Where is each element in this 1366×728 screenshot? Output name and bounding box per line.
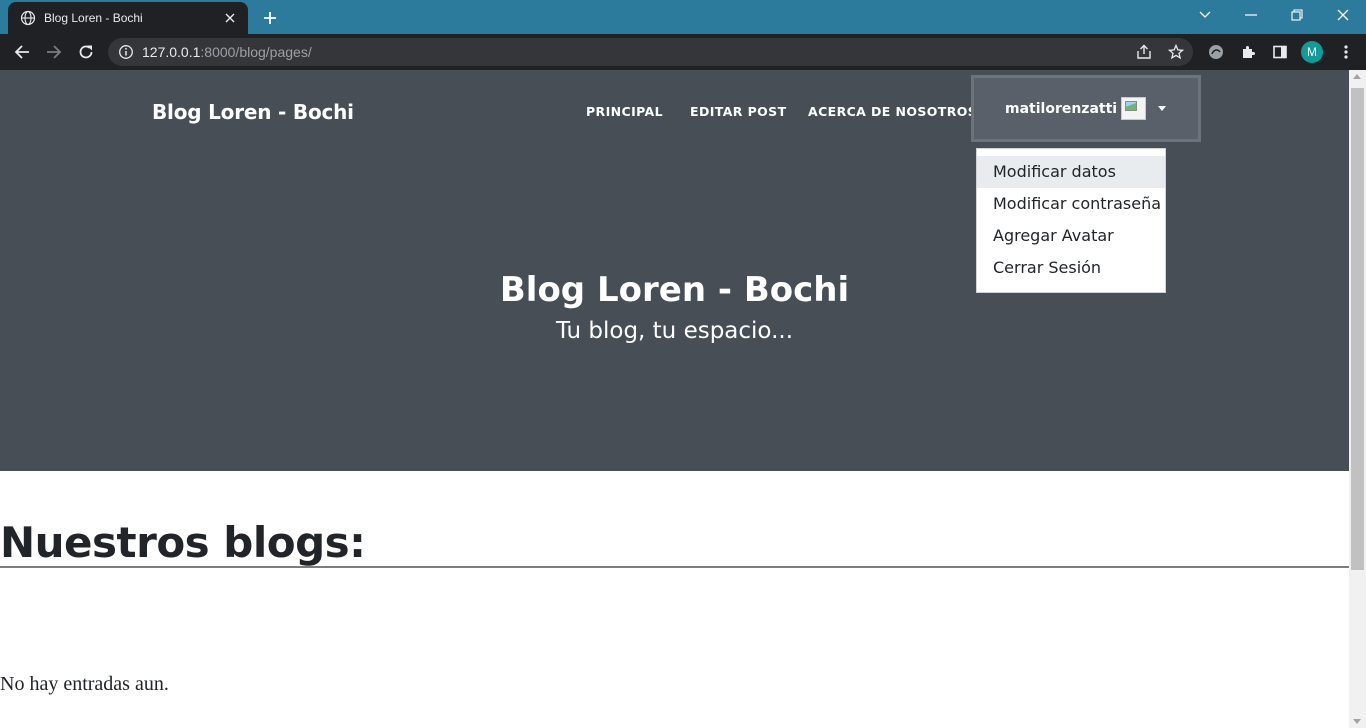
caret-down-icon	[1158, 106, 1167, 111]
site-info-icon[interactable]	[118, 44, 134, 60]
masthead: Blog Loren - Bochi PRINCIPAL EDITAR POST…	[0, 70, 1349, 471]
user-menu-toggle[interactable]: matilorenzatti	[971, 75, 1201, 142]
url-path: :8000/blog/pages/	[200, 44, 312, 60]
username: matilorenzatti	[1005, 100, 1118, 117]
minimize-icon[interactable]	[1228, 0, 1274, 30]
profile-avatar[interactable]: M	[1301, 41, 1323, 63]
bookmark-star-icon[interactable]	[1164, 38, 1188, 66]
section-title: Nuestros blogs:	[0, 518, 366, 567]
restore-icon[interactable]	[1274, 0, 1320, 30]
extensions-puzzle-icon[interactable]	[1236, 40, 1260, 64]
forward-icon[interactable]	[42, 40, 66, 64]
section-divider	[0, 566, 1349, 568]
globe-icon	[20, 10, 36, 26]
nav-link-editar-post[interactable]: EDITAR POST	[690, 104, 787, 119]
side-panel-icon[interactable]	[1268, 40, 1292, 64]
menu-item-modificar-datos[interactable]: Modificar datos	[977, 156, 1165, 188]
scrollbar-thumb[interactable]	[1351, 88, 1364, 570]
close-window-icon[interactable]	[1320, 0, 1366, 30]
new-tab-button[interactable]	[258, 7, 282, 29]
browser-toolbar: 127.0.0.1:8000/blog/pages/ M	[0, 34, 1366, 70]
browser-tab-strip: Blog Loren - Bochi	[0, 0, 1366, 34]
hero-title: Blog Loren - Bochi	[499, 270, 850, 310]
reload-icon[interactable]	[74, 40, 98, 64]
broken-avatar-image-icon	[1121, 97, 1147, 120]
back-icon[interactable]	[10, 40, 34, 64]
address-bar[interactable]: 127.0.0.1:8000/blog/pages/	[108, 38, 1193, 66]
menu-item-modificar-contrasena[interactable]: Modificar contraseña	[977, 188, 1165, 220]
share-icon[interactable]	[1132, 38, 1156, 66]
page-viewport: Blog Loren - Bochi PRINCIPAL EDITAR POST…	[0, 70, 1349, 728]
tab-search-icon[interactable]	[1182, 0, 1228, 30]
browser-menu-icon[interactable]	[1334, 40, 1358, 64]
hero-subtitle: Tu blog, tu espacio...	[555, 318, 794, 344]
nav-link-acerca-de-nosotros[interactable]: ACERCA DE NOSOTROS	[808, 104, 977, 119]
extension-icon[interactable]	[1204, 40, 1228, 64]
scroll-up-arrow-icon[interactable]	[1353, 74, 1361, 79]
nav-link-principal[interactable]: PRINCIPAL	[586, 104, 663, 119]
empty-posts-message: No hay entradas aun.	[0, 673, 169, 695]
navbar-brand[interactable]: Blog Loren - Bochi	[152, 100, 354, 124]
browser-tab[interactable]: Blog Loren - Bochi	[8, 2, 248, 34]
menu-item-agregar-avatar[interactable]: Agregar Avatar	[977, 220, 1165, 252]
close-tab-icon[interactable]	[222, 10, 238, 26]
url-host: 127.0.0.1	[142, 44, 201, 60]
tab-title: Blog Loren - Bochi	[44, 11, 143, 25]
page-scrollbar[interactable]	[1349, 70, 1366, 728]
scroll-down-arrow-icon[interactable]	[1353, 719, 1361, 724]
